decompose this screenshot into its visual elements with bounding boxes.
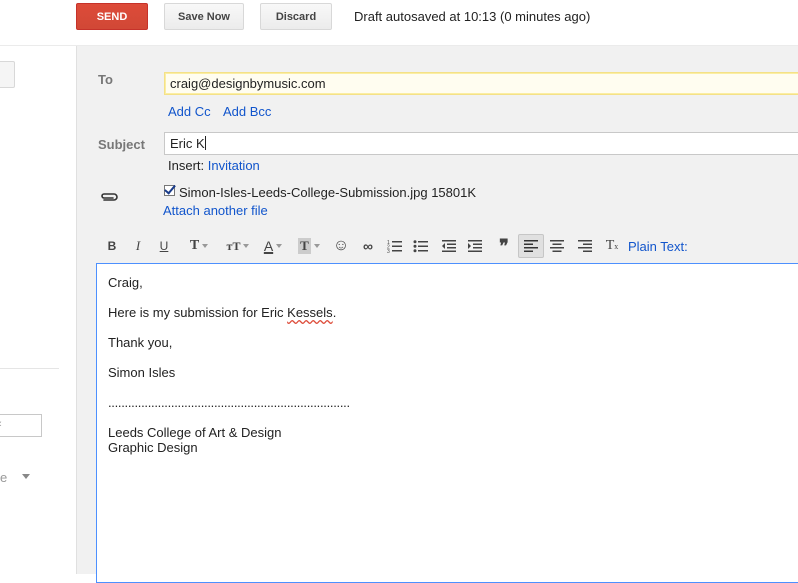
indent-more-icon[interactable]	[466, 234, 484, 258]
body-thanks: Thank you,	[108, 335, 173, 350]
message-body-editor[interactable]: Craig, Here is my submission for Eric Ke…	[96, 263, 798, 583]
body-org-line2: Graphic Design	[108, 440, 198, 455]
insert-label: Insert:	[168, 158, 205, 173]
paperclip-icon	[101, 193, 118, 201]
add-bcc-link[interactable]: Add Bcc	[223, 104, 271, 119]
indent-less-icon[interactable]	[440, 234, 458, 258]
body-org-line1: Leeds College of Art & Design	[108, 425, 282, 440]
attachment-checkbox[interactable]	[164, 185, 175, 196]
numbered-list-icon[interactable]: 123	[386, 234, 404, 258]
to-label: To	[98, 72, 113, 87]
discard-button[interactable]: Discard	[260, 3, 332, 30]
bulleted-list-icon[interactable]	[412, 234, 430, 258]
highlight-color-icon[interactable]: T	[294, 234, 324, 258]
underline-icon[interactable]: U	[156, 234, 172, 258]
save-now-button[interactable]: Save Now	[164, 3, 244, 30]
sidebar-divider	[0, 368, 59, 369]
draft-status-text: Draft autosaved at 10:13 (0 minutes ago)	[354, 9, 591, 24]
align-right-icon[interactable]	[576, 234, 594, 258]
send-button[interactable]: SEND	[76, 3, 148, 30]
quote-icon[interactable]: ❞	[494, 234, 514, 258]
align-left-icon[interactable]	[518, 234, 544, 258]
attachment-label: Simon-Isles-Leeds-College-Submission.jpg…	[179, 185, 476, 200]
body-line-end: .	[332, 305, 337, 320]
sidebar-button-stub[interactable]	[0, 61, 15, 88]
font-icon[interactable]: T	[184, 234, 214, 258]
body-greeting: Craig,	[108, 275, 143, 290]
body-signature-name: Simon Isles	[108, 365, 176, 380]
formatting-toolbar: B I U T тT A T ☺ ∞ 123 ❞ Tx	[100, 234, 798, 258]
misspelled-word[interactable]: Kessels	[287, 305, 333, 320]
sidebar-more-label[interactable]: e	[0, 470, 7, 485]
to-field[interactable]: craig@designbymusic.com	[164, 72, 798, 95]
to-value: craig@designbymusic.com	[170, 76, 326, 91]
subject-value: Eric K	[170, 136, 205, 151]
text-color-icon[interactable]: A	[258, 234, 288, 258]
body-line-submission: Here is my submission for Eric Kessels.	[108, 305, 336, 320]
body-separator: ........................................…	[108, 395, 350, 410]
body-line-text: Here is my submission for Eric	[108, 305, 288, 320]
search-icon: ‹	[0, 418, 2, 430]
italic-icon[interactable]: I	[130, 234, 146, 258]
bold-icon[interactable]: B	[104, 234, 120, 258]
add-cc-link[interactable]: Add Cc	[168, 104, 211, 119]
compose-top-bar: SEND Save Now Discard Draft autosaved at…	[0, 0, 798, 46]
plain-text-link[interactable]: Plain Text:	[628, 239, 688, 254]
emoji-icon[interactable]: ☺	[332, 234, 350, 258]
chevron-down-icon[interactable]	[22, 474, 30, 479]
left-sidebar	[0, 46, 76, 574]
remove-formatting-icon[interactable]: Tx	[602, 234, 622, 258]
insert-invitation-link[interactable]: Invitation	[208, 158, 260, 173]
attachment-size: 15801K	[431, 185, 477, 200]
attach-another-file-link[interactable]: Attach another file	[163, 203, 268, 218]
insert-row: Insert: Invitation	[168, 158, 260, 173]
svg-text:3: 3	[387, 249, 390, 253]
subject-label: Subject	[98, 137, 145, 152]
link-icon[interactable]: ∞	[358, 234, 378, 258]
text-caret	[204, 136, 206, 150]
font-size-icon[interactable]: тT	[222, 234, 254, 258]
subject-field[interactable]: Eric K	[164, 132, 798, 155]
align-center-icon[interactable]	[548, 234, 566, 258]
attachment-filename: Simon-Isles-Leeds-College-Submission.jpg	[179, 185, 428, 200]
sidebar-search-input[interactable]: ‹	[0, 414, 42, 437]
